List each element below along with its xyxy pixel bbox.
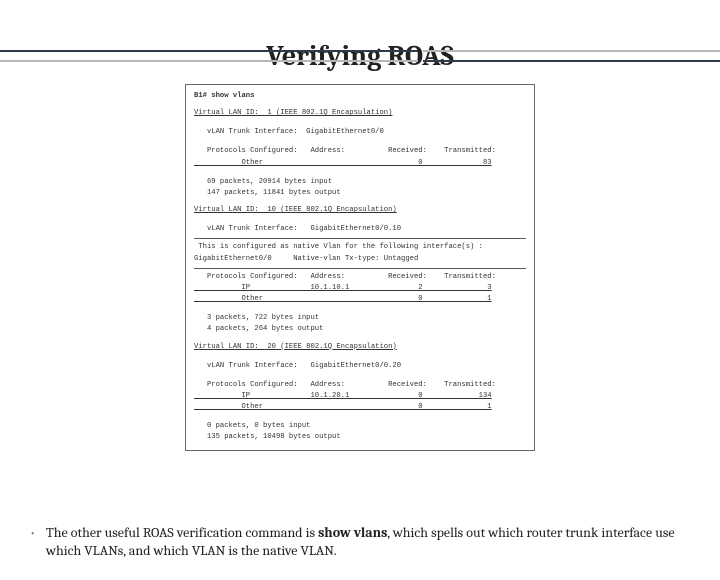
vlan20-header: Virtual LAN ID: 20 (IEEE 802.1Q Encapsul… [194,342,526,353]
vlan1-proto-row: Other 0 83 [194,158,526,169]
bullet-text: The other useful ROAS verification comma… [46,524,690,560]
vlan10-native-line2: GigabitEthernet0/0 Native-vlan Tx-type: … [194,254,526,265]
bullet-marker: • [30,524,46,560]
bullet-list: • The other useful ROAS verification com… [30,524,690,560]
vlan20-proto-other: Other 0 1 [194,402,526,413]
bullet-item: • The other useful ROAS verification com… [30,524,690,560]
vlan1-header: Virtual LAN ID: 1 (IEEE 802.1Q Encapsula… [194,108,526,119]
vlan20-stats-out: 135 packets, 10498 bytes output [194,432,526,443]
vlan10-proto-header: Protocols Configured: Address: Received:… [194,272,526,283]
vlan20-interface: vLAN Trunk Interface: GigabitEthernet0/0… [194,361,526,372]
vlan1-stats-in: 69 packets, 20914 bytes input [194,177,526,188]
vlan20-proto-ip: IP 10.1.20.1 0 134 [194,391,526,402]
cli-output-box: B1# show vlans Virtual LAN ID: 1 (IEEE 8… [185,84,535,451]
vlan1-stats-out: 147 packets, 11841 bytes output [194,188,526,199]
cli-command: B1# show vlans [194,91,526,102]
vlan10-native-line1: This is configured as native Vlan for th… [194,242,526,253]
vlan10-proto-other: Other 0 1 [194,294,526,305]
vlan10-header: Virtual LAN ID: 10 (IEEE 802.1Q Encapsul… [194,205,526,216]
vlan10-proto-ip: IP 10.1.10.1 2 3 [194,283,526,294]
vlan20-proto-header: Protocols Configured: Address: Received:… [194,380,526,391]
vlan1-proto-header: Protocols Configured: Address: Received:… [194,146,526,157]
vlan1-interface: vLAN Trunk Interface: GigabitEthernet0/0 [194,127,526,138]
vlan10-stats-in: 3 packets, 722 bytes input [194,313,526,324]
slide-top-rules [0,40,720,76]
vlan10-interface: vLAN Trunk Interface: GigabitEthernet0/0… [194,224,526,235]
vlan20-stats-in: 0 packets, 0 bytes input [194,421,526,432]
vlan10-stats-out: 4 packets, 264 bytes output [194,324,526,335]
